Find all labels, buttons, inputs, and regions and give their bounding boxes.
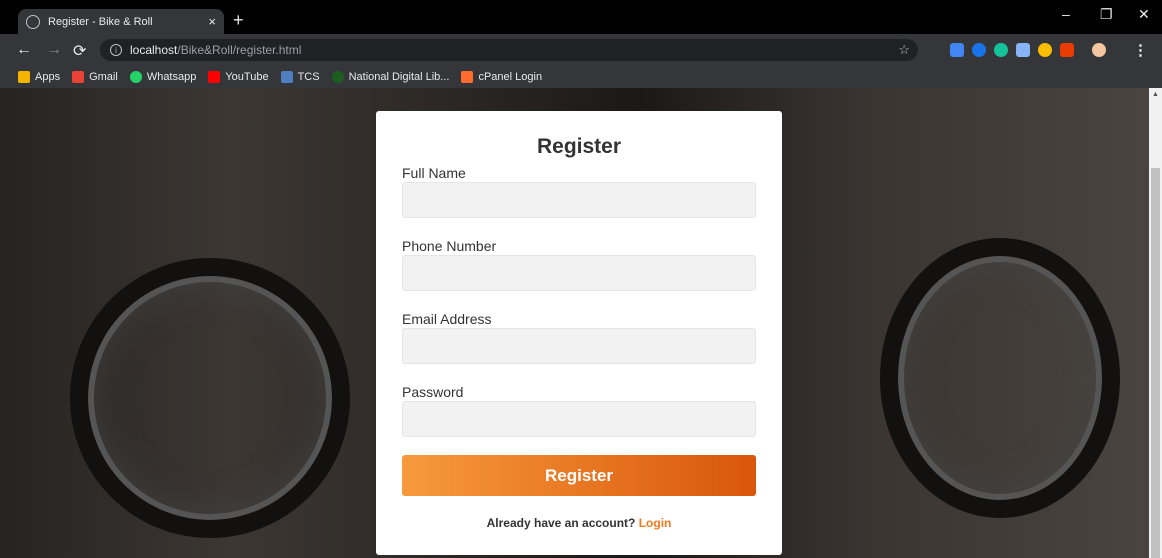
scroll-up-icon[interactable]: ▲ xyxy=(1152,91,1159,98)
forward-arrow-icon[interactable]: → xyxy=(46,41,62,59)
full-name-label: Full Name xyxy=(402,165,466,181)
register-button[interactable]: Register xyxy=(402,455,756,496)
site-info-icon[interactable]: i xyxy=(110,44,122,56)
bookmark-label: YouTube xyxy=(225,71,269,83)
extension-reader-icon[interactable] xyxy=(950,43,964,57)
bookmarks-bar: Apps Gmail Whatsapp YouTube TCS National… xyxy=(0,66,1162,88)
reload-icon[interactable]: ⟳ xyxy=(73,41,86,61)
bookmark-youtube[interactable]: YouTube xyxy=(208,71,269,83)
new-tab-button[interactable]: + xyxy=(233,10,244,31)
bookmark-label: TCS xyxy=(297,71,320,83)
email-address-label: Email Address xyxy=(402,311,492,327)
login-link[interactable]: Login xyxy=(639,516,672,530)
bookmark-tcs[interactable]: TCS xyxy=(280,71,320,83)
extension-face-icon[interactable] xyxy=(1038,43,1052,57)
bookmark-national-digital-library[interactable]: National Digital Lib... xyxy=(331,71,450,83)
url-host: localhost xyxy=(130,43,178,57)
url-path: /Bike&Roll/register.html xyxy=(177,43,302,57)
login-prompt-text: Already have an account? xyxy=(486,516,636,530)
form-title: Register xyxy=(536,135,622,158)
back-arrow-icon[interactable]: ← xyxy=(16,41,32,59)
extension-grammarly-icon[interactable] xyxy=(994,43,1008,57)
tab-title: Register - Bike & Roll xyxy=(48,15,153,28)
bookmark-label: Apps xyxy=(35,71,61,83)
rear-wheel-graphic xyxy=(880,238,1120,518)
tab-close-icon[interactable]: × xyxy=(208,14,216,29)
bookmark-star-icon[interactable]: ☆ xyxy=(898,42,910,58)
browser-menu-icon[interactable]: ⋮ xyxy=(1133,41,1148,59)
bookmark-label: Gmail xyxy=(89,71,118,83)
close-window-button[interactable]: ✕ xyxy=(1138,6,1150,23)
bookmark-cpanel[interactable]: cPanel Login xyxy=(461,71,542,83)
youtube-icon xyxy=(208,71,221,83)
browser-chrome: Register - Bike & Roll × + – ❐ ✕ ← → ⟳ i… xyxy=(0,0,1162,88)
page-favicon-icon xyxy=(26,14,40,29)
page-content: Register Full Name Phone Number Email Ad… xyxy=(0,88,1162,558)
whatsapp-icon xyxy=(129,71,142,83)
password-label: Password xyxy=(402,384,464,400)
tab-strip: Register - Bike & Roll × + – ❐ ✕ xyxy=(0,0,1162,34)
extension-puzzle-icon[interactable] xyxy=(1016,43,1030,57)
minimize-button[interactable]: – xyxy=(1062,6,1070,22)
ndl-icon xyxy=(331,71,344,83)
phone-number-input[interactable] xyxy=(402,255,756,291)
bookmark-label: Whatsapp xyxy=(146,71,197,83)
bookmark-whatsapp[interactable]: Whatsapp xyxy=(129,71,197,83)
login-prompt: Already have an account? Login xyxy=(376,516,782,530)
page-scrollbar[interactable]: ▲ xyxy=(1149,88,1162,558)
extension-blue-icon[interactable] xyxy=(972,43,986,57)
bookmark-label: cPanel Login xyxy=(478,71,543,83)
browser-toolbar: ← → ⟳ i localhost/Bike&Roll/register.htm… xyxy=(0,34,1162,66)
profile-avatar-icon[interactable] xyxy=(1092,43,1106,57)
cpanel-icon xyxy=(461,71,474,83)
tcs-icon xyxy=(280,71,293,83)
browser-tab[interactable]: Register - Bike & Roll × xyxy=(18,9,224,34)
bookmark-apps[interactable]: Apps xyxy=(18,71,60,83)
email-address-input[interactable] xyxy=(402,328,756,364)
address-bar[interactable]: i localhost/Bike&Roll/register.html ☆ xyxy=(100,39,918,61)
password-input[interactable] xyxy=(402,401,756,437)
apps-grid-icon xyxy=(18,71,30,83)
extension-office-icon[interactable] xyxy=(1060,43,1074,57)
restore-button[interactable]: ❐ xyxy=(1100,6,1113,23)
front-wheel-graphic xyxy=(70,258,350,538)
gmail-icon xyxy=(72,71,85,83)
register-card: Register Full Name Phone Number Email Ad… xyxy=(376,111,782,555)
phone-number-label: Phone Number xyxy=(402,238,497,254)
full-name-input[interactable] xyxy=(402,182,756,218)
bookmark-gmail[interactable]: Gmail xyxy=(72,71,118,83)
scrollbar-thumb[interactable] xyxy=(1151,168,1160,558)
bookmark-label: National Digital Lib... xyxy=(348,71,450,83)
